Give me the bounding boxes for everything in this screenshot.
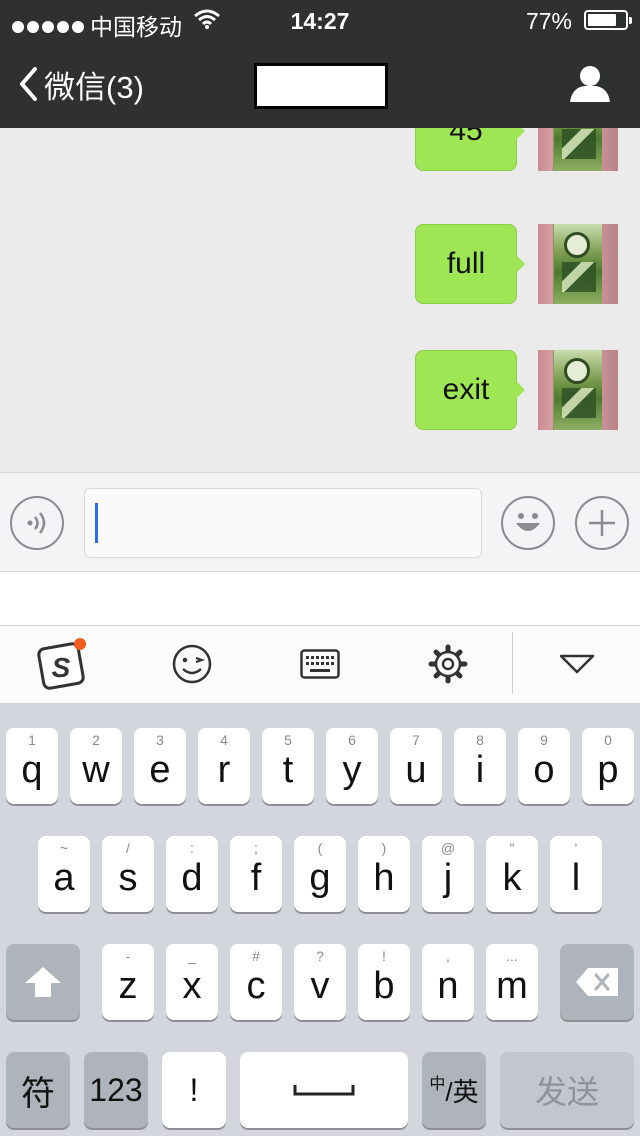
emoticon-icon <box>172 644 212 684</box>
keyboard: 1q 2w 3e 4r 5t 6y 7u 8i 9o 0p ~ a / s :d ;… <box>0 704 640 1136</box>
settings-button[interactable] <box>420 638 476 690</box>
more-options-button[interactable] <box>575 496 629 550</box>
numbers-key[interactable]: 123 <box>84 1052 148 1128</box>
message-bubble[interactable]: 45 <box>415 128 525 171</box>
symbols-key[interactable]: 符 <box>6 1052 70 1128</box>
toolbar-divider <box>512 632 513 694</box>
key-c[interactable]: # c <box>230 944 282 1020</box>
key-g[interactable]: (g <box>294 836 346 912</box>
chat-info-button[interactable] <box>568 64 612 104</box>
message-input-bar <box>0 472 640 572</box>
key-r[interactable]: 4r <box>198 728 250 804</box>
ime-toolbar: S <box>0 626 640 704</box>
key-j[interactable]: @ j <box>422 836 474 912</box>
backspace-icon <box>576 968 618 996</box>
plus-icon <box>589 510 615 536</box>
key-b[interactable]: ! b <box>358 944 410 1020</box>
voice-icon <box>27 512 46 534</box>
back-button[interactable]: 微信(3) <box>18 62 144 106</box>
language-switch-key[interactable]: 中/英 <box>422 1052 486 1128</box>
avatar[interactable] <box>538 128 618 171</box>
space-bar-icon <box>293 1085 355 1096</box>
svg-text:S: S <box>52 652 71 683</box>
shift-key[interactable] <box>6 944 80 1020</box>
avatar[interactable] <box>538 224 618 304</box>
avatar[interactable] <box>538 350 618 430</box>
collapse-triangle-icon <box>559 654 595 674</box>
key-o[interactable]: 9o <box>518 728 570 804</box>
smiley-icon <box>516 513 540 531</box>
key-v[interactable]: ? v <box>294 944 346 1020</box>
key-w[interactable]: 2w <box>70 728 122 804</box>
backspace-key[interactable] <box>560 944 634 1020</box>
status-bar: 中国移动 14:27 77% <box>0 0 640 40</box>
sogou-logo-icon: S <box>37 638 86 690</box>
key-d[interactable]: :d <box>166 836 218 912</box>
message-text-field[interactable] <box>84 488 482 558</box>
key-p[interactable]: 0p <box>582 728 634 804</box>
battery-percent: 77% <box>525 8 572 34</box>
chevron-left-icon <box>20 67 37 101</box>
key-i[interactable]: 8i <box>454 728 506 804</box>
back-label: 微信(3) <box>44 69 144 105</box>
key-z[interactable]: -z <box>102 944 154 1020</box>
key-q[interactable]: 1q <box>6 728 58 804</box>
key-t[interactable]: 5t <box>262 728 314 804</box>
punctuation-key[interactable]: ! <box>162 1052 226 1128</box>
collapse-keyboard-button[interactable] <box>549 638 605 690</box>
sogou-logo-button[interactable]: S <box>36 638 92 690</box>
shift-arrow-icon <box>25 967 61 997</box>
send-key[interactable]: 发送 <box>500 1052 634 1128</box>
key-e[interactable]: 3e <box>134 728 186 804</box>
settings-gear-icon <box>428 644 468 684</box>
message-bubble[interactable]: full <box>415 224 525 304</box>
key-u[interactable]: 7u <box>390 728 442 804</box>
message-bubble[interactable]: exit <box>415 350 525 430</box>
space-key[interactable] <box>240 1052 408 1128</box>
key-m[interactable]: ... m <box>486 944 538 1020</box>
top-bar: 中国移动 14:27 77% 微信(3) <box>0 0 640 128</box>
key-k[interactable]: " k <box>486 836 538 912</box>
emoji-button[interactable] <box>501 496 555 550</box>
key-x[interactable]: _ x <box>166 944 218 1020</box>
key-s[interactable]: / s <box>102 836 154 912</box>
key-y[interactable]: 6y <box>326 728 378 804</box>
key-f[interactable]: ; f <box>230 836 282 912</box>
keyboard-switch-button[interactable] <box>292 638 348 690</box>
emoticon-button[interactable] <box>164 638 220 690</box>
person-icon <box>570 66 610 102</box>
key-l[interactable]: ' l <box>550 836 602 912</box>
text-caret <box>95 503 98 543</box>
key-n[interactable]: ,n <box>422 944 474 1020</box>
battery-icon <box>584 10 632 30</box>
key-a[interactable]: ~ a <box>38 836 90 912</box>
ime-candidate-strip <box>0 572 640 626</box>
redacted-chat-title <box>254 63 388 109</box>
voice-input-button[interactable] <box>10 496 64 550</box>
keyboard-icon <box>300 649 340 679</box>
chat-message-list[interactable]: 45 full exit <box>0 128 640 472</box>
key-h[interactable]: ) h <box>358 836 410 912</box>
